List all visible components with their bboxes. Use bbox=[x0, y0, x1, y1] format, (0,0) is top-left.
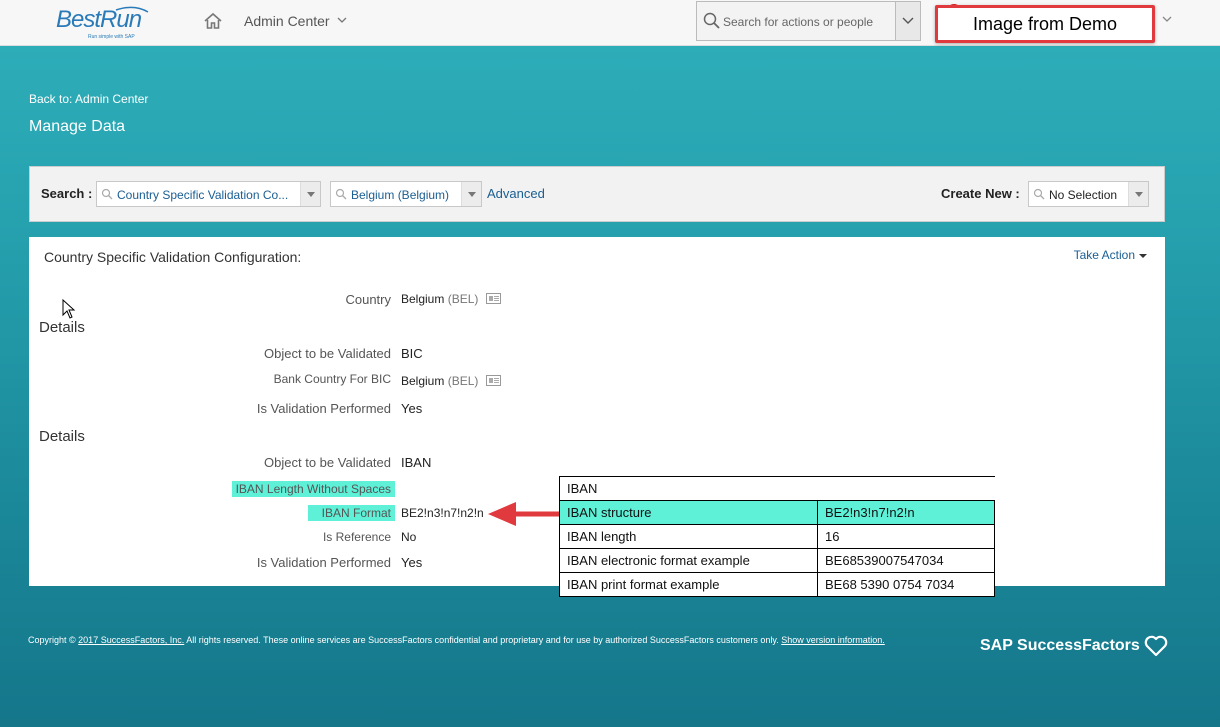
is-reference-value: No bbox=[401, 530, 417, 544]
advanced-search-link[interactable]: Advanced bbox=[487, 186, 545, 201]
table-row: IBAN length 16 bbox=[559, 524, 995, 549]
iban-reference-table: IBAN IBAN structure BE2!n3!n7!n2!n IBAN … bbox=[559, 476, 995, 597]
is-reference-label: Is Reference bbox=[322, 530, 391, 544]
quickcard-icon[interactable] bbox=[485, 293, 501, 304]
search-icon bbox=[335, 188, 347, 200]
caret-down-icon bbox=[1139, 253, 1147, 258]
table-cell-value: BE2!n3!n7!n2!n bbox=[817, 500, 995, 525]
create-new-value: No Selection bbox=[1049, 188, 1118, 202]
object-validated-label-1: Object to be Validated bbox=[264, 346, 391, 361]
country-name: Belgium bbox=[401, 292, 445, 306]
table-cell-label: IBAN structure bbox=[559, 500, 818, 525]
table-header-cell: IBAN bbox=[559, 476, 995, 501]
table-cell-label: IBAN electronic format example bbox=[559, 548, 818, 573]
table-cell-value: 16 bbox=[817, 524, 995, 549]
bank-country-name: Belgium bbox=[401, 374, 445, 388]
show-version-link[interactable]: Show version information. bbox=[781, 635, 885, 645]
demo-annotation-label: Image from Demo bbox=[935, 5, 1155, 43]
validation-performed-label-1: Is Validation Performed bbox=[256, 401, 391, 416]
object-dropdown-button[interactable] bbox=[461, 182, 481, 206]
user-menu-chevron-icon[interactable] bbox=[1162, 16, 1172, 23]
object-validated-value-1: BIC bbox=[401, 346, 423, 361]
table-cell-value: BE68539007547034 bbox=[817, 548, 995, 573]
logo-tagline: Run simple with SAP bbox=[88, 34, 135, 40]
country-value[interactable]: Belgium (BEL) bbox=[401, 292, 501, 306]
footer-copyright: Copyright © 2017 SuccessFactors, Inc. Al… bbox=[28, 633, 908, 648]
company-link[interactable]: 2017 SuccessFactors, Inc. bbox=[78, 635, 184, 645]
annotation-arrow-icon bbox=[488, 502, 562, 526]
search-icon bbox=[703, 12, 720, 29]
table-cell-label: IBAN length bbox=[559, 524, 818, 549]
object-validated-value-2: IBAN bbox=[401, 455, 432, 470]
create-new-label: Create New : bbox=[941, 186, 1020, 201]
object-type-combobox[interactable]: Country Specific Validation Co... bbox=[96, 181, 321, 207]
object-type-value: Country Specific Validation Co... bbox=[117, 188, 289, 202]
create-new-combobox[interactable]: No Selection bbox=[1028, 181, 1149, 207]
validation-performed-value-1: Yes bbox=[401, 401, 423, 416]
details-heading-1: Details bbox=[39, 319, 85, 336]
table-row: IBAN electronic format example BE6853900… bbox=[559, 548, 995, 573]
mouse-cursor-icon bbox=[62, 299, 76, 319]
quickcard-icon[interactable] bbox=[485, 375, 501, 386]
copyright-prefix: Copyright © bbox=[28, 635, 76, 645]
country-label: Country bbox=[345, 292, 391, 307]
table-header-row: IBAN bbox=[559, 476, 995, 501]
create-new-dropdown-button[interactable] bbox=[1128, 182, 1148, 206]
search-input[interactable] bbox=[723, 12, 893, 32]
table-row: IBAN structure BE2!n3!n7!n2!n bbox=[559, 500, 995, 525]
bank-country-code: (BEL) bbox=[447, 374, 479, 388]
search-icon bbox=[101, 188, 113, 200]
iban-length-label: IBAN Length Without Spaces bbox=[231, 481, 395, 497]
country-code: (BEL) bbox=[447, 292, 479, 306]
company-logo[interactable]: BestRun Run simple with SAP bbox=[56, 6, 156, 40]
details-heading-2: Details bbox=[39, 428, 85, 445]
object-value: Belgium (Belgium) bbox=[351, 188, 450, 202]
search-scope-dropdown[interactable] bbox=[896, 1, 921, 41]
home-icon[interactable] bbox=[203, 11, 223, 31]
chevron-down-icon bbox=[338, 17, 347, 23]
iban-format-label: IBAN Format bbox=[307, 505, 395, 521]
object-type-dropdown-button[interactable] bbox=[300, 182, 320, 206]
table-cell-label: IBAN print format example bbox=[559, 572, 818, 597]
object-combobox[interactable]: Belgium (Belgium) bbox=[330, 181, 482, 207]
validation-performed-label-2: Is Validation Performed bbox=[256, 555, 391, 570]
bank-country-value[interactable]: Belgium (BEL) bbox=[401, 374, 501, 388]
bank-country-label: Bank Country For BIC bbox=[273, 372, 391, 386]
global-search[interactable] bbox=[696, 1, 896, 41]
table-row: IBAN print format example BE68 5390 0754… bbox=[559, 572, 995, 597]
record-title: Country Specific Validation Configuratio… bbox=[44, 249, 302, 265]
search-icon bbox=[1033, 188, 1045, 200]
chevron-down-icon bbox=[902, 17, 914, 24]
admin-center-label: Admin Center bbox=[244, 13, 330, 29]
iban-format-value: BE2!n3!n7!n2!n bbox=[401, 506, 484, 520]
take-action-label: Take Action bbox=[1073, 248, 1135, 262]
copyright-body: All rights reserved. These online servic… bbox=[186, 635, 779, 645]
validation-performed-value-2: Yes bbox=[401, 555, 423, 570]
top-bar: BestRun Run simple with SAP Admin Center… bbox=[0, 0, 1220, 46]
heart-icon bbox=[1144, 635, 1168, 657]
search-panel: Search : Country Specific Validation Co.… bbox=[29, 166, 1165, 222]
take-action-menu[interactable]: Take Action bbox=[1074, 248, 1147, 262]
search-label: Search : bbox=[41, 186, 93, 201]
sap-successfactors-logo: SAP SuccessFactors bbox=[980, 637, 1140, 654]
object-validated-label-2: Object to be Validated bbox=[264, 455, 391, 470]
admin-center-menu[interactable]: Admin Center bbox=[244, 13, 347, 29]
back-to-admin-link[interactable]: Back to: Admin Center bbox=[29, 92, 148, 106]
page-title: Manage Data bbox=[29, 118, 126, 135]
table-cell-value: BE68 5390 0754 7034 bbox=[817, 572, 995, 597]
